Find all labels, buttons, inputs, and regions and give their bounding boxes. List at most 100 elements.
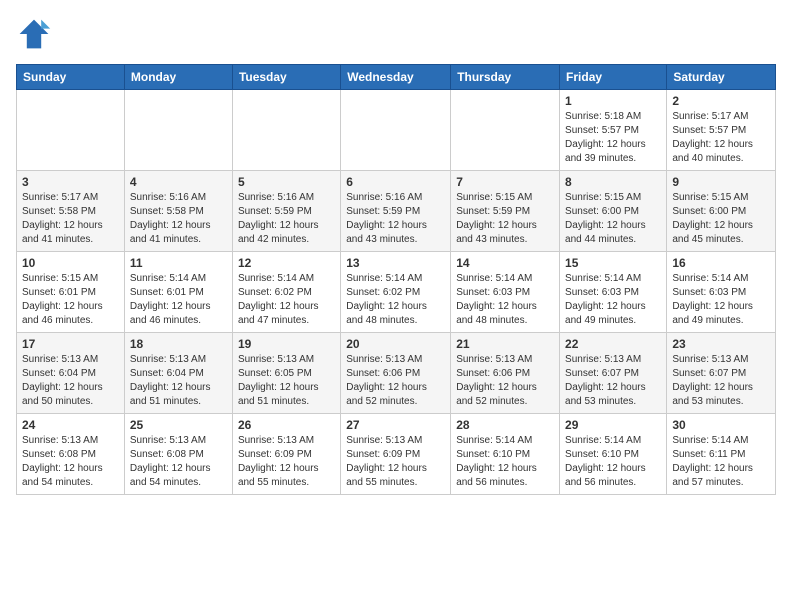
day-info: Sunrise: 5:13 AM Sunset: 6:05 PM Dayligh…: [238, 353, 335, 409]
day-info: Sunrise: 5:14 AM Sunset: 6:02 PM Dayligh…: [238, 272, 335, 328]
calendar-cell: 18 Sunrise: 5:13 AM Sunset: 6:04 PM Dayli…: [124, 333, 232, 414]
day-info: Sunrise: 5:13 AM Sunset: 6:06 PM Dayligh…: [456, 353, 554, 409]
day-info: Sunrise: 5:13 AM Sunset: 6:04 PM Dayligh…: [22, 353, 119, 409]
day-number: 10: [22, 256, 119, 270]
day-number: 15: [565, 256, 661, 270]
calendar-cell: 20Sunrise: 5:13 AM Sunset: 6:06 PM Dayli…: [341, 333, 451, 414]
calendar-cell: 5 Sunrise: 5:16 AM Sunset: 5:59 PM Daylig…: [232, 171, 340, 252]
calendar-cell: 17 Sunrise: 5:13 AM Sunset: 6:04 PM Dayli…: [17, 333, 125, 414]
weekday-header-cell: Wednesday: [341, 65, 451, 90]
calendar-cell: 28 Sunrise: 5:14 AM Sunset: 6:10 PM Dayli…: [451, 414, 560, 495]
calendar-cell: 9 Sunrise: 5:15 AM Sunset: 6:00 PM Daylig…: [667, 171, 776, 252]
weekday-header-cell: Tuesday: [232, 65, 340, 90]
day-number: 23: [672, 337, 770, 351]
day-number: 1: [565, 94, 661, 108]
day-info: Sunrise: 5:14 AM Sunset: 6:02 PM Dayligh…: [346, 272, 445, 328]
day-info: Sunrise: 5:15 AM Sunset: 5:59 PM Dayligh…: [456, 191, 554, 247]
weekday-header-cell: Thursday: [451, 65, 560, 90]
day-info: Sunrise: 5:13 AM Sunset: 6:04 PM Dayligh…: [130, 353, 227, 409]
day-number: 11: [130, 256, 227, 270]
weekday-header-row: SundayMondayTuesdayWednesdayThursdayFrid…: [17, 65, 776, 90]
day-number: 4: [130, 175, 227, 189]
calendar-cell: 3 Sunrise: 5:17 AM Sunset: 5:58 PM Daylig…: [17, 171, 125, 252]
day-info: Sunrise: 5:15 AM Sunset: 6:01 PM Dayligh…: [22, 272, 119, 328]
day-number: 8: [565, 175, 661, 189]
weekday-header-cell: Saturday: [667, 65, 776, 90]
weekday-header-cell: Friday: [560, 65, 667, 90]
calendar-cell: [124, 90, 232, 171]
day-info: Sunrise: 5:17 AM Sunset: 5:57 PM Dayligh…: [672, 110, 770, 166]
day-number: 30: [672, 418, 770, 432]
calendar-cell: 1Sunrise: 5:18 AM Sunset: 5:57 PM Daylig…: [560, 90, 667, 171]
calendar-cell: [232, 90, 340, 171]
day-info: Sunrise: 5:13 AM Sunset: 6:09 PM Dayligh…: [238, 434, 335, 490]
calendar-cell: 8 Sunrise: 5:15 AM Sunset: 6:00 PM Daylig…: [560, 171, 667, 252]
day-info: Sunrise: 5:17 AM Sunset: 5:58 PM Dayligh…: [22, 191, 119, 247]
calendar-cell: 13Sunrise: 5:14 AM Sunset: 6:02 PM Dayli…: [341, 252, 451, 333]
calendar-cell: 25 Sunrise: 5:13 AM Sunset: 6:08 PM Dayli…: [124, 414, 232, 495]
calendar-cell: 22 Sunrise: 5:13 AM Sunset: 6:07 PM Dayli…: [560, 333, 667, 414]
day-number: 22: [565, 337, 661, 351]
day-info: Sunrise: 5:15 AM Sunset: 6:00 PM Dayligh…: [672, 191, 770, 247]
day-info: Sunrise: 5:14 AM Sunset: 6:10 PM Dayligh…: [565, 434, 661, 490]
calendar-week-row: 10 Sunrise: 5:15 AM Sunset: 6:01 PM Dayli…: [17, 252, 776, 333]
day-number: 27: [346, 418, 445, 432]
day-info: Sunrise: 5:14 AM Sunset: 6:03 PM Dayligh…: [672, 272, 770, 328]
day-number: 19: [238, 337, 335, 351]
day-info: Sunrise: 5:16 AM Sunset: 5:59 PM Dayligh…: [346, 191, 445, 247]
header: [16, 16, 776, 52]
calendar-cell: [17, 90, 125, 171]
day-info: Sunrise: 5:13 AM Sunset: 6:07 PM Dayligh…: [672, 353, 770, 409]
day-number: 9: [672, 175, 770, 189]
weekday-header-cell: Sunday: [17, 65, 125, 90]
calendar-cell: 15 Sunrise: 5:14 AM Sunset: 6:03 PM Dayli…: [560, 252, 667, 333]
day-number: 7: [456, 175, 554, 189]
calendar-body: 1Sunrise: 5:18 AM Sunset: 5:57 PM Daylig…: [17, 90, 776, 495]
day-info: Sunrise: 5:13 AM Sunset: 6:08 PM Dayligh…: [130, 434, 227, 490]
calendar-cell: 24Sunrise: 5:13 AM Sunset: 6:08 PM Dayli…: [17, 414, 125, 495]
calendar-week-row: 24Sunrise: 5:13 AM Sunset: 6:08 PM Dayli…: [17, 414, 776, 495]
day-info: Sunrise: 5:13 AM Sunset: 6:06 PM Dayligh…: [346, 353, 445, 409]
calendar-week-row: 17 Sunrise: 5:13 AM Sunset: 6:04 PM Dayli…: [17, 333, 776, 414]
day-number: 29: [565, 418, 661, 432]
calendar-cell: 7 Sunrise: 5:15 AM Sunset: 5:59 PM Daylig…: [451, 171, 560, 252]
calendar-cell: 29 Sunrise: 5:14 AM Sunset: 6:10 PM Dayli…: [560, 414, 667, 495]
calendar-cell: 27 Sunrise: 5:13 AM Sunset: 6:09 PM Dayli…: [341, 414, 451, 495]
day-info: Sunrise: 5:13 AM Sunset: 6:09 PM Dayligh…: [346, 434, 445, 490]
day-number: 12: [238, 256, 335, 270]
calendar-cell: 26Sunrise: 5:13 AM Sunset: 6:09 PM Dayli…: [232, 414, 340, 495]
logo: [16, 16, 56, 52]
day-info: Sunrise: 5:14 AM Sunset: 6:11 PM Dayligh…: [672, 434, 770, 490]
calendar-cell: 16 Sunrise: 5:14 AM Sunset: 6:03 PM Dayli…: [667, 252, 776, 333]
calendar-cell: 23 Sunrise: 5:13 AM Sunset: 6:07 PM Dayli…: [667, 333, 776, 414]
day-info: Sunrise: 5:13 AM Sunset: 6:08 PM Dayligh…: [22, 434, 119, 490]
day-info: Sunrise: 5:14 AM Sunset: 6:10 PM Dayligh…: [456, 434, 554, 490]
calendar-cell: 19 Sunrise: 5:13 AM Sunset: 6:05 PM Dayli…: [232, 333, 340, 414]
day-number: 16: [672, 256, 770, 270]
day-number: 3: [22, 175, 119, 189]
day-info: Sunrise: 5:13 AM Sunset: 6:07 PM Dayligh…: [565, 353, 661, 409]
logo-icon: [16, 16, 52, 52]
calendar-cell: 10 Sunrise: 5:15 AM Sunset: 6:01 PM Dayli…: [17, 252, 125, 333]
page: SundayMondayTuesdayWednesdayThursdayFrid…: [0, 0, 792, 511]
day-number: 5: [238, 175, 335, 189]
calendar-week-row: 1Sunrise: 5:18 AM Sunset: 5:57 PM Daylig…: [17, 90, 776, 171]
day-number: 2: [672, 94, 770, 108]
day-number: 17: [22, 337, 119, 351]
calendar-cell: 12 Sunrise: 5:14 AM Sunset: 6:02 PM Dayli…: [232, 252, 340, 333]
day-info: Sunrise: 5:16 AM Sunset: 5:59 PM Dayligh…: [238, 191, 335, 247]
calendar-week-row: 3 Sunrise: 5:17 AM Sunset: 5:58 PM Daylig…: [17, 171, 776, 252]
calendar-cell: 21Sunrise: 5:13 AM Sunset: 6:06 PM Dayli…: [451, 333, 560, 414]
day-number: 18: [130, 337, 227, 351]
calendar: SundayMondayTuesdayWednesdayThursdayFrid…: [16, 64, 776, 495]
calendar-cell: 11Sunrise: 5:14 AM Sunset: 6:01 PM Dayli…: [124, 252, 232, 333]
day-info: Sunrise: 5:14 AM Sunset: 6:03 PM Dayligh…: [565, 272, 661, 328]
day-number: 25: [130, 418, 227, 432]
day-number: 28: [456, 418, 554, 432]
day-info: Sunrise: 5:15 AM Sunset: 6:00 PM Dayligh…: [565, 191, 661, 247]
calendar-cell: 14Sunrise: 5:14 AM Sunset: 6:03 PM Dayli…: [451, 252, 560, 333]
calendar-cell: 4Sunrise: 5:16 AM Sunset: 5:58 PM Daylig…: [124, 171, 232, 252]
calendar-cell: [341, 90, 451, 171]
calendar-cell: 30 Sunrise: 5:14 AM Sunset: 6:11 PM Dayli…: [667, 414, 776, 495]
day-info: Sunrise: 5:14 AM Sunset: 6:03 PM Dayligh…: [456, 272, 554, 328]
